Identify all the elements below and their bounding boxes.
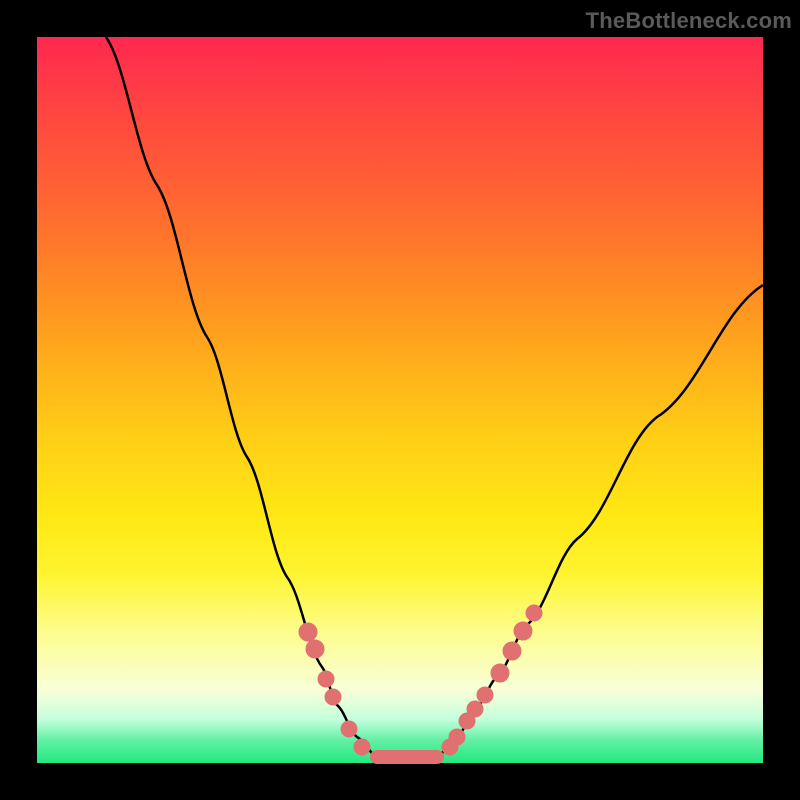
data-point [318,671,334,687]
data-point [526,605,542,621]
data-point [325,689,341,705]
left-curve [106,37,377,757]
data-point [514,622,532,640]
scatter-dots [299,605,542,755]
data-point [354,739,370,755]
data-point [491,664,509,682]
data-point [341,721,357,737]
data-point [503,642,521,660]
data-point [306,640,324,658]
chart-svg [37,37,763,763]
plot-area [37,37,763,763]
chart-canvas: TheBottleneck.com [0,0,800,800]
data-point [449,729,465,745]
data-point [299,623,317,641]
right-curve [437,285,763,757]
data-point [477,687,493,703]
watermark-text: TheBottleneck.com [586,8,792,34]
data-point [467,701,483,717]
